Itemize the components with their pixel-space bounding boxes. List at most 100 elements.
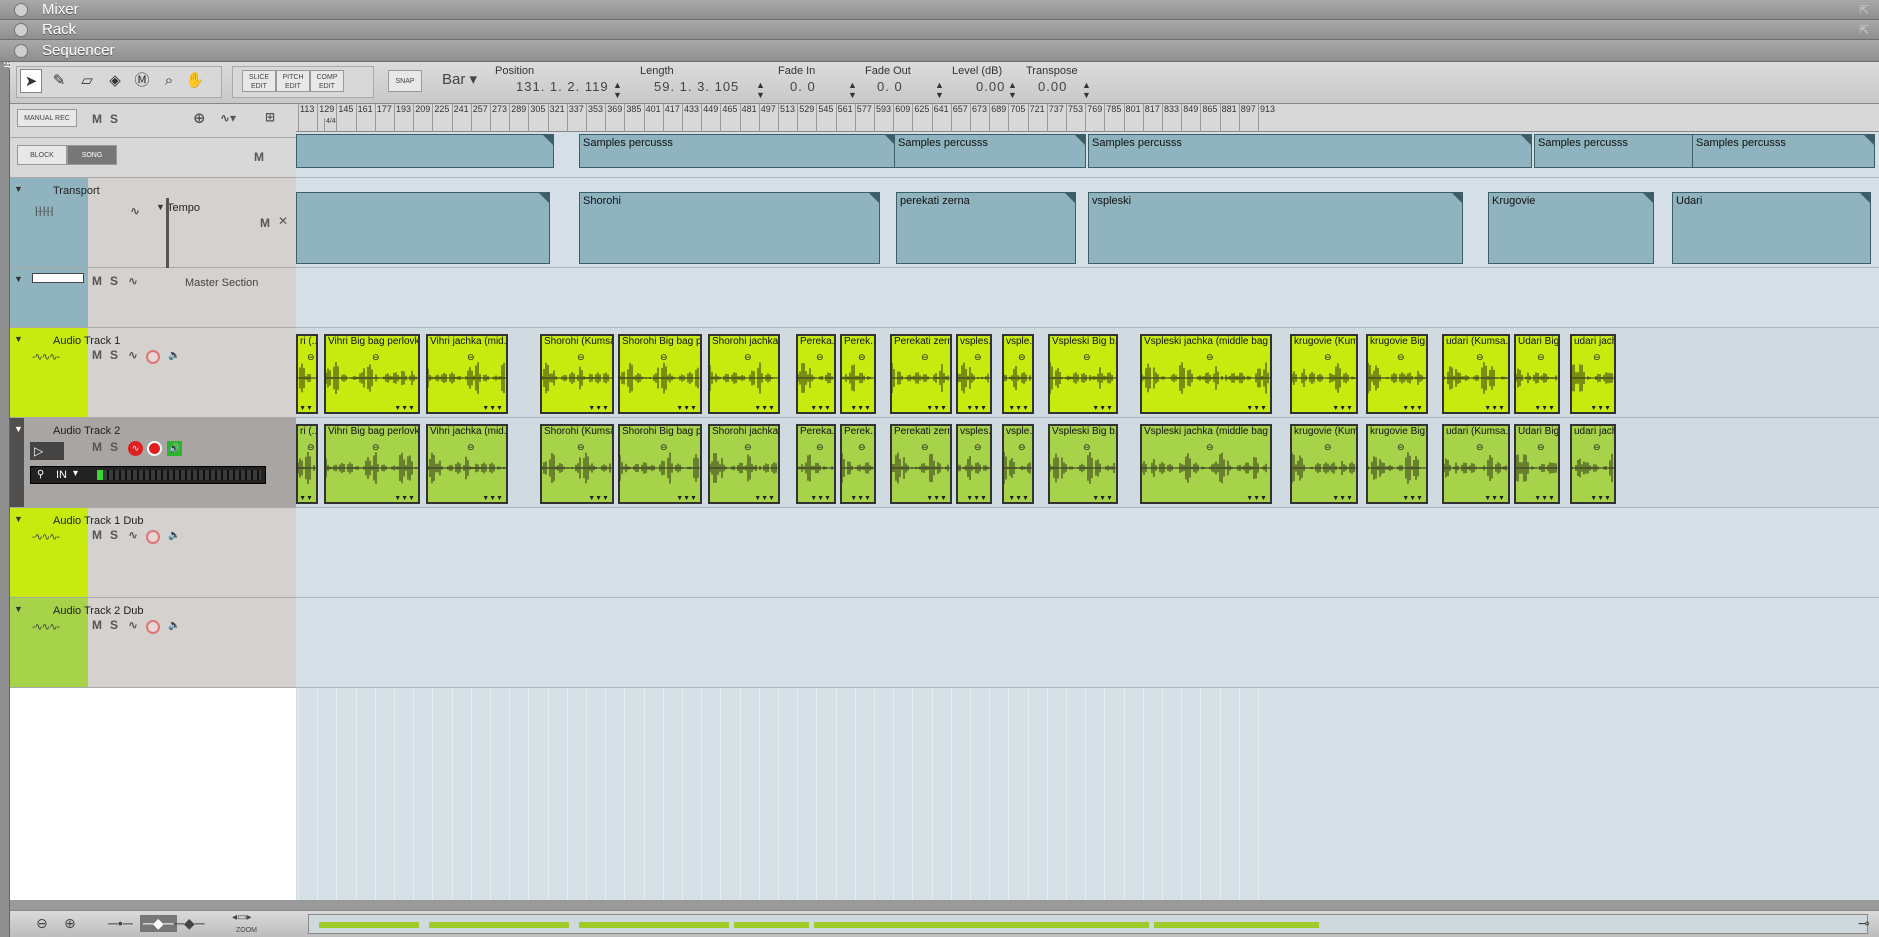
- song-overview-scrollbar[interactable]: [308, 914, 1868, 934]
- song-block[interactable]: Samples percusss: [579, 134, 896, 168]
- collapse-icon[interactable]: ▼: [14, 274, 23, 284]
- automation-icon[interactable]: ∿: [130, 204, 140, 218]
- stepper-icon[interactable]: ▲ ▼: [756, 80, 765, 100]
- audio-clip[interactable]: Shorohi (Kumsa...⊖▼▼▼: [540, 424, 614, 504]
- add-track-icon[interactable]: ⊕: [193, 109, 206, 127]
- audio-clip[interactable]: Shorohi Big bag p... ⊖ ▼▼▼: [618, 334, 702, 414]
- fade-handle-icon[interactable]: ▼▼▼: [298, 495, 313, 502]
- audio-clip[interactable]: Pereka...⊖▼▼▼: [796, 334, 836, 414]
- audio-clip[interactable]: Pereka...⊖▼▼▼: [796, 424, 836, 504]
- automation-icon[interactable]: ∿▾: [220, 111, 236, 125]
- stepper-icon[interactable]: ▲ ▼: [848, 80, 857, 100]
- fade-handle-icon[interactable]: ▼▼▼: [1008, 495, 1029, 502]
- audio-clip[interactable]: krugovie Big... ⊖ ▼▼▼: [1366, 424, 1428, 504]
- browser-tab[interactable]: Browser: [0, 0, 15, 937]
- monitor-speaker-icon[interactable]: 🔈: [168, 350, 180, 361]
- audio-clip[interactable]: udari jachka⊖▼▼▼: [1570, 334, 1616, 414]
- transpose-field[interactable]: Transpose 0.00 ▲ ▼: [1026, 65, 1091, 100]
- audio-clip[interactable]: Udari Big...⊖▼▼▼: [1514, 424, 1560, 504]
- solo-all-button[interactable]: S: [110, 112, 118, 126]
- master-lane[interactable]: [296, 268, 1879, 328]
- mute-tool-icon[interactable]: Ⓜ: [131, 69, 153, 93]
- fade-handle-icon[interactable]: ▼▼▼: [850, 495, 871, 502]
- fade-handle-icon[interactable]: ▼▼▼: [482, 495, 503, 502]
- fade-handle-icon[interactable]: ▼▼▼: [676, 405, 697, 412]
- fade-handle-icon[interactable]: ▼▼▼: [1092, 405, 1113, 412]
- length-field[interactable]: Length 59. 1. 3. 105 ▲ ▼: [640, 65, 765, 100]
- zoom-slider-icon[interactable]: ⊸: [1858, 915, 1870, 932]
- track-master[interactable]: ▼ M S ∿ Master Section: [10, 268, 296, 328]
- fade-handle-icon[interactable]: ▼▼▼: [1484, 495, 1505, 502]
- audio-clip[interactable]: krugovie (Kum...⊖▼▼▼: [1290, 424, 1358, 504]
- audio-clip[interactable]: Shorohi jachka ...⊖▼▼▼: [708, 424, 780, 504]
- audio-clip[interactable]: Vihri jachka (mid... ⊖ ▼▼▼: [426, 424, 508, 504]
- fade-handle-icon[interactable]: ▼▼▼: [1246, 495, 1267, 502]
- audio-track-1-dub-lane[interactable]: [296, 508, 1879, 598]
- stepper-icon[interactable]: ▲ ▼: [1082, 80, 1091, 100]
- comp-edit-button[interactable]: COMP EDIT: [310, 70, 344, 92]
- monitor-speaker-icon[interactable]: 🔈: [168, 530, 180, 541]
- monitor-speaker-icon[interactable]: 🔊: [167, 441, 182, 456]
- collapse-icon[interactable]: ▼: [14, 514, 23, 524]
- track-audio-1[interactable]: ▼ Audio Track 1 -∿∿∿- M S ∿ 🔈: [10, 328, 296, 418]
- audio-clip[interactable]: Shorohi (Kumsa...⊖▼▼▼: [540, 334, 614, 414]
- audio-clip[interactable]: Vspleski Big b... ⊖ ▼▼▼: [1048, 334, 1118, 414]
- monitor-speaker-icon[interactable]: 🔈: [168, 620, 180, 631]
- mixer-panel-bar[interactable]: Mixer ⇱: [0, 0, 1879, 20]
- stepper-icon[interactable]: ▲ ▼: [613, 80, 622, 100]
- audio-clip[interactable]: krugovie (Kum...⊖▼▼▼: [1290, 334, 1358, 414]
- audio-clip[interactable]: Udari Big...⊖▼▼▼: [1514, 334, 1560, 414]
- automation-icon[interactable]: ∿: [128, 528, 138, 542]
- fade-handle-icon[interactable]: ▼▼▼: [754, 405, 775, 412]
- detach-icon[interactable]: ⇱: [1859, 3, 1873, 17]
- audio-track-2-dub-lane[interactable]: [296, 598, 1879, 688]
- fade-handle-icon[interactable]: ▼▼▼: [1332, 405, 1353, 412]
- audio-clip[interactable]: Vspleski jachka (middle bag *... ⊖ ▼▼▼: [1140, 424, 1272, 504]
- song-block[interactable]: Samples percusss: [1534, 134, 1706, 168]
- zoom-out-icon[interactable]: ⊖: [36, 915, 48, 932]
- fade-handle-icon[interactable]: ▼▼▼: [1534, 405, 1555, 412]
- audio-clip[interactable]: Vihri Big bag perlovka...⊖▼▼▼: [324, 424, 420, 504]
- mute-button[interactable]: M: [92, 618, 102, 632]
- fade-handle-icon[interactable]: ▼▼▼: [1402, 405, 1423, 412]
- snap-button[interactable]: SNAP: [388, 70, 422, 92]
- fade-in-field[interactable]: Fade In 0. 0 ▲ ▼: [778, 65, 857, 100]
- song-block[interactable]: Samples percusss: [1692, 134, 1875, 168]
- fade-handle-icon[interactable]: ▼▼▼: [1402, 495, 1423, 502]
- fade-handle-icon[interactable]: ▼▼▼: [754, 495, 775, 502]
- zoom-icon[interactable]: ◂▭▸: [232, 912, 252, 923]
- track-audio-2-dub[interactable]: ▼ Audio Track 2 Dub -∿∿∿- M S ∿ 🔈: [10, 598, 296, 688]
- grid-icon[interactable]: ⊞: [265, 110, 275, 124]
- transpose-value[interactable]: 0.00: [1038, 79, 1078, 94]
- track-height-large-icon[interactable]: ─◆─: [174, 915, 205, 932]
- audio-clip[interactable]: vsples...⊖▼▼▼: [956, 334, 992, 414]
- audio-clip[interactable]: ri (...⊖▼▼▼: [296, 334, 318, 414]
- stepper-icon[interactable]: ▲ ▼: [1008, 80, 1017, 100]
- close-icon[interactable]: ✕: [278, 214, 288, 228]
- audio-clip[interactable]: Vihri Big bag perlovka...⊖▼▼▼: [324, 334, 420, 414]
- track-audio-1-dub[interactable]: ▼ Audio Track 1 Dub -∿∿∿- M S ∿ 🔈: [10, 508, 296, 598]
- audio-clip[interactable]: Shorohi jachka ...⊖▼▼▼: [708, 334, 780, 414]
- collapse-icon[interactable]: ▼: [14, 334, 23, 344]
- audio-clip[interactable]: udari (Kumsa... ⊖ ▼▼▼: [1442, 334, 1510, 414]
- mute-button[interactable]: M: [92, 274, 102, 288]
- collapse-icon[interactable]: ▼: [14, 604, 23, 614]
- fade-handle-icon[interactable]: ▼▼▼: [1534, 495, 1555, 502]
- solo-button[interactable]: S: [110, 274, 118, 288]
- audio-clip[interactable]: vsple...⊖▼▼▼: [1002, 334, 1034, 414]
- transport-block[interactable]: perekati zerna: [896, 192, 1076, 264]
- fade-handle-icon[interactable]: ▼▼▼: [1590, 405, 1611, 412]
- track-transport[interactable]: ▼ Transport |·|·|·|·| ∿ ▼ Tempo M ✕: [10, 178, 296, 268]
- audio-clip[interactable]: Vspleski Big b... ⊖ ▼▼▼: [1048, 424, 1118, 504]
- fade-handle-icon[interactable]: ▼▼▼: [1246, 405, 1267, 412]
- sequencer-toggle[interactable]: [14, 43, 28, 58]
- fade-handle-icon[interactable]: ▼▼▼: [588, 405, 609, 412]
- fade-handle-icon[interactable]: ▼▼▼: [966, 405, 987, 412]
- transport-block[interactable]: vspleski: [1088, 192, 1463, 264]
- select-arrow-icon[interactable]: ➤: [20, 69, 42, 93]
- mute-button[interactable]: M: [260, 216, 270, 230]
- arrangement-view[interactable]: 113 129 145 161 177 193 209 225 241 257 273 289 305 3…: [296, 104, 1879, 900]
- slice-edit-button[interactable]: SLICE EDIT: [242, 70, 276, 92]
- fade-handle-icon[interactable]: ▼▼▼: [394, 405, 415, 412]
- solo-button[interactable]: S: [110, 618, 118, 632]
